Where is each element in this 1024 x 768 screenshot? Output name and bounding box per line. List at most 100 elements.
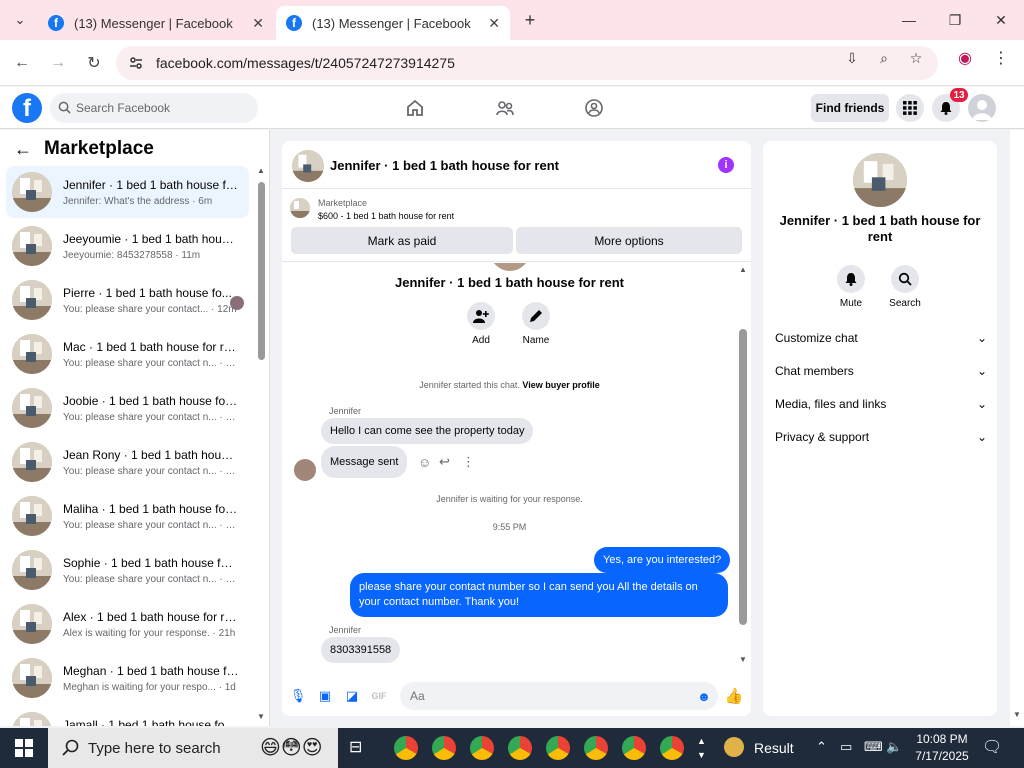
forward-icon[interactable]: → bbox=[46, 51, 70, 75]
media-files-links-row[interactable]: Media, files and links ⌄ bbox=[775, 394, 987, 414]
sidebar-scrollbar[interactable]: ▲ ▼ bbox=[256, 166, 266, 726]
account-avatar[interactable] bbox=[968, 94, 996, 122]
details-avatar[interactable] bbox=[853, 153, 907, 207]
taskbar-overflow-icon[interactable]: ▲ ▼ bbox=[697, 734, 706, 762]
new-tab-icon[interactable]: + bbox=[518, 8, 542, 32]
profile-icon[interactable]: ◉ bbox=[956, 49, 974, 67]
display-icon[interactable]: ⌨ bbox=[864, 739, 883, 755]
conversation-item[interactable]: Maliha · 1 bed 1 bath house for ... You:… bbox=[6, 490, 249, 542]
notification-center-icon[interactable]: 🗨 bbox=[982, 737, 1002, 757]
photo-icon[interactable]: ▣ bbox=[315, 686, 335, 706]
scrollbar-thumb[interactable] bbox=[739, 329, 747, 625]
more-options-button[interactable]: More options bbox=[516, 227, 742, 254]
name-button[interactable]: Name bbox=[511, 302, 561, 346]
view-buyer-profile-link[interactable]: View buyer profile bbox=[522, 380, 599, 390]
result-app-icon[interactable] bbox=[724, 737, 744, 757]
conversation-item[interactable]: Jean Rony · 1 bed 1 bath house ... You: … bbox=[6, 436, 249, 488]
scrollbar-thumb[interactable] bbox=[258, 182, 265, 360]
page-scrollbar[interactable]: ▼ bbox=[1010, 130, 1024, 726]
conversation-item[interactable]: Pierre · 1 bed 1 bath house fo... You: p… bbox=[6, 274, 249, 326]
chrome-icon[interactable] bbox=[584, 736, 608, 760]
scroll-up-icon[interactable]: ▲ bbox=[257, 166, 265, 175]
show-hidden-icons-icon[interactable]: ⌃ bbox=[816, 739, 827, 755]
incoming-message[interactable]: Hello I can come see the property today bbox=[321, 418, 534, 444]
info-icon[interactable]: i bbox=[718, 157, 734, 173]
microphone-icon[interactable]: 🎙 bbox=[288, 686, 308, 706]
outgoing-message[interactable]: please share your contact number so I ca… bbox=[350, 573, 728, 617]
close-window-icon[interactable]: ✕ bbox=[989, 8, 1013, 32]
listing-title[interactable]: $600 - 1 bed 1 bath house for rent bbox=[318, 211, 454, 221]
conversation-item[interactable]: Joobie · 1 bed 1 bath house for ... You:… bbox=[6, 382, 249, 434]
chrome-icon[interactable] bbox=[394, 736, 418, 760]
incoming-message[interactable]: 8303391558 bbox=[321, 637, 401, 663]
conversation-item[interactable]: Meghan · 1 bed 1 bath house fo... Meghan… bbox=[6, 652, 249, 704]
thread-scrollbar[interactable]: ▲ ▼ bbox=[737, 263, 749, 671]
reply-icon[interactable]: ↩ bbox=[439, 454, 450, 470]
taskbar-search-input[interactable]: Type here to search 😄😳😍 bbox=[48, 728, 338, 768]
install-app-icon[interactable]: ⇩ bbox=[843, 49, 861, 67]
facebook-logo-icon[interactable]: f bbox=[12, 93, 42, 123]
friends-icon[interactable] bbox=[493, 96, 517, 120]
more-actions-icon[interactable]: ⋮ bbox=[462, 454, 475, 470]
bookmark-star-icon[interactable]: ☆ bbox=[907, 49, 925, 67]
customize-chat-row[interactable]: Customize chat ⌄ bbox=[775, 328, 987, 348]
find-friends-button[interactable]: Find friends bbox=[811, 94, 889, 122]
site-settings-icon[interactable] bbox=[128, 55, 144, 71]
scroll-down-icon[interactable]: ▼ bbox=[739, 655, 747, 664]
facebook-search-input[interactable]: Search Facebook bbox=[50, 93, 258, 123]
conversation-item[interactable]: Sophie · 1 bed 1 bath house for ... You:… bbox=[6, 544, 249, 596]
sticker-icon[interactable]: ◪ bbox=[342, 686, 362, 706]
result-label[interactable]: Result bbox=[754, 740, 794, 756]
sender-avatar[interactable] bbox=[294, 459, 316, 481]
back-arrow-icon[interactable]: ← bbox=[14, 139, 32, 160]
mark-as-paid-button[interactable]: Mark as paid bbox=[291, 227, 513, 254]
like-thumbs-up-icon[interactable]: 👍 bbox=[724, 686, 744, 706]
privacy-support-row[interactable]: Privacy & support ⌄ bbox=[775, 427, 987, 447]
search-in-chat-button[interactable]: Search bbox=[885, 265, 925, 309]
network-icon[interactable]: ▭ bbox=[840, 739, 852, 755]
zoom-icon[interactable]: ⌕ bbox=[875, 49, 893, 67]
groups-icon[interactable] bbox=[582, 96, 606, 120]
tab-search-dropdown-icon[interactable]: ⌄ bbox=[8, 8, 32, 32]
menu-grid-icon[interactable] bbox=[896, 94, 924, 122]
close-tab-icon[interactable]: ✕ bbox=[252, 15, 264, 32]
chrome-icon[interactable] bbox=[432, 736, 456, 760]
browser-tab-2[interactable]: f (13) Messenger | Facebook ✕ bbox=[276, 6, 510, 40]
conversation-item[interactable]: Jennifer · 1 bed 1 bath house fo... Jenn… bbox=[6, 166, 249, 218]
chrome-icon[interactable] bbox=[546, 736, 570, 760]
scroll-down-icon[interactable]: ▼ bbox=[257, 712, 265, 721]
mute-button[interactable]: Mute bbox=[831, 265, 871, 309]
outgoing-message[interactable]: Yes, are you interested? bbox=[594, 547, 731, 573]
incoming-message[interactable]: Message sent bbox=[321, 446, 408, 478]
react-emoji-icon[interactable]: ☺ bbox=[418, 455, 431, 470]
conversation-item[interactable]: Alex · 1 bed 1 bath house for rent Alex … bbox=[6, 598, 249, 650]
browser-tab-1[interactable]: f (13) Messenger | Facebook ✕ bbox=[38, 6, 274, 40]
conversation-item[interactable]: Mac · 1 bed 1 bath house for rent You: p… bbox=[6, 328, 249, 380]
task-view-icon[interactable]: ⊟ bbox=[349, 737, 362, 757]
system-clock[interactable]: 10:08 PM 7/17/2025 bbox=[912, 731, 972, 765]
chrome-icon[interactable] bbox=[508, 736, 532, 760]
home-icon[interactable] bbox=[403, 96, 427, 120]
message-input[interactable] bbox=[400, 682, 718, 710]
url-bar[interactable]: facebook.com/messages/t/2405724727391427… bbox=[116, 46, 938, 80]
minimize-icon[interactable]: — bbox=[897, 8, 921, 32]
reload-icon[interactable]: ↻ bbox=[82, 51, 106, 75]
conversation-item[interactable]: Jeeyoumie · 1 bed 1 bath house ... Jeeyo… bbox=[6, 220, 249, 272]
chat-members-row[interactable]: Chat members ⌄ bbox=[775, 361, 987, 381]
gif-icon[interactable]: GIF bbox=[369, 686, 389, 706]
windows-start-icon[interactable] bbox=[0, 728, 48, 768]
chat-title[interactable]: Jennifer · 1 bed 1 bath house for rent bbox=[330, 158, 559, 173]
emoji-icon[interactable]: ☻ bbox=[694, 686, 714, 706]
scroll-up-icon[interactable]: ▲ bbox=[739, 265, 747, 274]
conversation-item[interactable]: Jamall · 1 bed 1 bath house for r... bbox=[6, 706, 249, 726]
chrome-icon[interactable] bbox=[470, 736, 494, 760]
back-icon[interactable]: ← bbox=[10, 51, 34, 75]
browser-menu-icon[interactable]: ⋮ bbox=[992, 49, 1010, 67]
chrome-icon[interactable] bbox=[622, 736, 646, 760]
restore-icon[interactable]: ❐ bbox=[943, 8, 967, 32]
volume-icon[interactable]: 🔈 bbox=[886, 739, 902, 755]
scroll-down-icon[interactable]: ▼ bbox=[1013, 710, 1021, 719]
close-tab-icon[interactable]: ✕ bbox=[488, 15, 500, 32]
add-button[interactable]: Add bbox=[456, 302, 506, 346]
chat-avatar[interactable] bbox=[292, 150, 324, 182]
